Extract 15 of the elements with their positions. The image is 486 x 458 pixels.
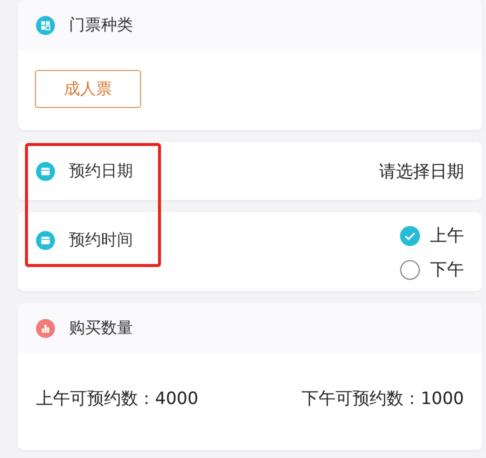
section-title: 购买数量 xyxy=(69,318,133,338)
available-count: 上午可预约数：4000 xyxy=(36,388,198,410)
field-label: 预约时间 xyxy=(69,230,133,250)
grid-icon xyxy=(36,16,55,34)
field-label: 预约日期 xyxy=(69,160,133,182)
section-title: 门票种类 xyxy=(69,14,133,36)
available-count: 下午可预约数：1000 xyxy=(302,388,464,410)
radio-checked-icon[interactable] xyxy=(400,226,420,246)
calendar-icon xyxy=(36,230,55,250)
bar-chart-icon xyxy=(36,318,55,338)
radio-icon[interactable] xyxy=(400,260,420,280)
time-option[interactable]: 上午 xyxy=(400,224,464,247)
calendar-icon xyxy=(36,162,55,180)
time-option[interactable]: 下午 xyxy=(400,258,464,281)
date-picker[interactable]: 请选择日期 xyxy=(379,160,464,182)
